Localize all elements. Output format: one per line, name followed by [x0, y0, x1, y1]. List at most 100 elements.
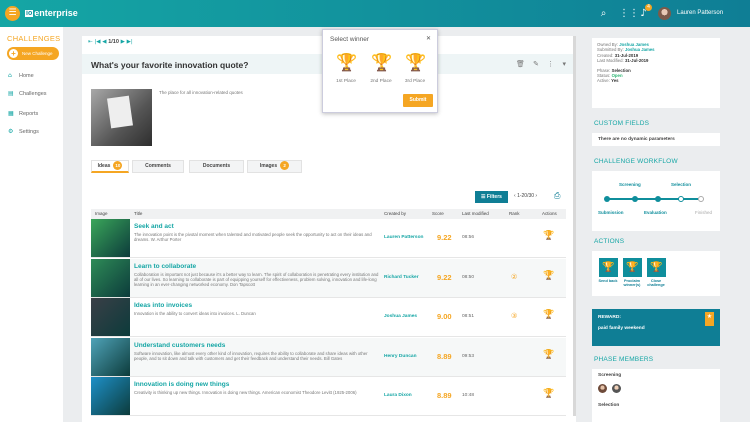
idea-description: The innovation point is the pivotal mome… — [134, 232, 372, 243]
trophy-first-icon[interactable]: 🏆 — [336, 53, 357, 73]
workflow-step-screening — [632, 196, 638, 202]
sidebar-item-settings[interactable]: ⚙ Settings — [8, 128, 39, 135]
challenge-description: The place for all innovation-related quo… — [159, 90, 243, 95]
tab-ideas[interactable]: Ideas 10 — [91, 160, 129, 173]
idea-description: Innovation is the ability to convert ide… — [134, 311, 256, 316]
col-actions: Actions — [542, 211, 557, 216]
idea-title[interactable]: Understand customers needs — [134, 342, 225, 349]
idea-title[interactable]: Learn to collaborate — [134, 263, 196, 270]
table-row[interactable]: Learn to collaborate Collaboration is imp… — [91, 258, 566, 298]
send-back-icon[interactable]: 🏆 — [599, 258, 618, 277]
send-back-button[interactable]: Send back — [595, 279, 621, 283]
custom-fields-title: CUSTOM FIELDS — [594, 120, 650, 127]
col-last-modified[interactable]: Last modified — [462, 211, 489, 216]
images-count-badge: 2 — [280, 161, 290, 170]
sidebar-item-reports[interactable]: ▦ Reports — [8, 110, 38, 117]
tab-images[interactable]: Images 2 — [247, 160, 302, 173]
trophy-icon[interactable]: 🏆 — [543, 271, 554, 281]
idea-description: Software innovation, like almost every o… — [134, 350, 368, 361]
idea-author[interactable]: Laura Dixon — [384, 393, 412, 398]
idea-author[interactable]: Lauren Patterson — [384, 235, 423, 240]
idea-author[interactable]: Richard Tucker — [384, 275, 419, 280]
idea-title[interactable]: Ideas into invoices — [134, 302, 192, 309]
tab-comments[interactable]: Comments — [132, 160, 184, 173]
trophy-icon[interactable]: 🏆 — [543, 310, 554, 320]
idea-last-modified: 08:56 — [462, 235, 475, 240]
trophy-icon[interactable]: 🏆 — [543, 350, 554, 360]
chevron-down-icon[interactable]: ▾ — [562, 60, 566, 68]
idea-image — [91, 219, 130, 257]
scrollbar[interactable] — [573, 36, 576, 416]
member-avatars — [598, 384, 714, 393]
user-name[interactable]: Lauren Patterson — [677, 10, 723, 16]
avatar[interactable] — [598, 384, 607, 393]
last-page-icon[interactable]: ▶| — [127, 39, 133, 45]
print-icon[interactable]: ⎙ — [554, 191, 560, 201]
close-challenge-button[interactable]: Close challenge — [643, 279, 669, 288]
modal-title: Select winner — [330, 36, 370, 43]
idea-image — [91, 337, 130, 376]
trash-icon[interactable]: 🗑 — [516, 60, 525, 68]
workflow-label-evaluation: Evaluation — [644, 210, 667, 215]
sidebar-item-challenges[interactable]: ▤ Challenges — [8, 90, 47, 97]
second-place-label: 2nd Place — [370, 79, 392, 84]
trophy-icon[interactable]: 🏆 — [543, 231, 554, 241]
menu-icon[interactable]: ☰ — [5, 6, 20, 21]
col-title[interactable]: Title — [134, 211, 142, 216]
col-created-by[interactable]: Created by — [384, 211, 406, 216]
app-logo[interactable]: io enterprise — [25, 8, 78, 18]
owner-link[interactable]: Joshua James — [619, 42, 649, 47]
submit-button[interactable]: Submit — [403, 94, 433, 107]
trophy-icon[interactable]: 🏆 — [543, 389, 554, 399]
back-arrow-icon[interactable]: ⇤ — [88, 39, 93, 45]
filters-button[interactable]: ☰ Filters — [475, 191, 508, 203]
table-row[interactable]: Ideas into invoices Innovation is the abi… — [91, 298, 566, 337]
prev-page-icon[interactable]: ◀ — [102, 39, 106, 45]
actions-title: ACTIONS — [594, 238, 625, 245]
idea-author[interactable]: Joshua James — [384, 314, 417, 319]
proclaim-winners-button[interactable]: Proclaim winner(s) — [619, 279, 645, 288]
members-panel: Screening Selection — [592, 369, 720, 422]
search-icon[interactable]: ⌕ — [598, 8, 609, 19]
tab-documents[interactable]: Documents — [189, 160, 244, 173]
workflow-label-screening: Screening — [619, 182, 641, 187]
col-score[interactable]: Score — [432, 211, 444, 216]
sidebar: CHALLENGES + New Challenge ⌂ Home ▤ Challe… — [0, 27, 63, 422]
col-image: Image — [95, 211, 108, 216]
idea-title[interactable]: Innovation is doing new things — [134, 381, 229, 388]
idea-author[interactable]: Henry Duncan — [384, 354, 417, 359]
ideas-count-badge: 10 — [113, 161, 123, 170]
sidebar-item-home[interactable]: ⌂ Home — [8, 72, 34, 79]
members-title: PHASE MEMBERS — [594, 356, 654, 363]
trophy-second-icon[interactable]: 🏆 — [371, 53, 392, 73]
reward-ribbon-icon: ★ — [705, 312, 714, 326]
next-page-icon[interactable]: ▶ — [121, 39, 125, 45]
close-icon[interactable]: ✕ — [426, 35, 431, 42]
workflow-step-selection — [678, 196, 684, 202]
table-row[interactable]: Understand customers needs Software innov… — [91, 337, 566, 377]
edit-icon[interactable]: ✎ — [533, 60, 539, 68]
members-selection-label: Selection — [598, 403, 620, 408]
trophy-third-icon[interactable]: 🏆 — [405, 53, 426, 73]
new-challenge-button[interactable]: + New Challenge — [7, 47, 59, 60]
settings-icon: ⚙ — [8, 128, 14, 135]
idea-last-modified: 09:53 — [462, 353, 475, 359]
table-row[interactable]: Seek and act The innovation point is the … — [91, 219, 566, 258]
page-title: What's your favorite innovation quote? — [91, 60, 249, 70]
avatar[interactable] — [611, 384, 621, 393]
submitter-link[interactable]: Joshua James — [625, 47, 655, 52]
close-challenge-icon[interactable]: 🏆 — [647, 258, 666, 277]
idea-score: 8.89 — [437, 391, 452, 400]
more-icon[interactable]: ⋮ — [547, 60, 554, 68]
idea-score: 9.22 — [437, 272, 452, 282]
apps-grid-icon[interactable]: ⋮⋮ — [619, 8, 639, 19]
avatar[interactable] — [658, 7, 671, 20]
third-place-label: 3rd Place — [404, 79, 426, 84]
workflow-line — [606, 198, 698, 200]
idea-last-modified: 08:50 — [462, 274, 475, 280]
notification-badge: 4 — [645, 4, 652, 11]
idea-title[interactable]: Seek and act — [134, 223, 174, 230]
first-page-icon[interactable]: |◀ — [94, 39, 100, 45]
table-row[interactable]: Innovation is doing new things Creativity… — [91, 377, 566, 416]
trophy-icon[interactable]: 🏆 — [623, 258, 642, 277]
